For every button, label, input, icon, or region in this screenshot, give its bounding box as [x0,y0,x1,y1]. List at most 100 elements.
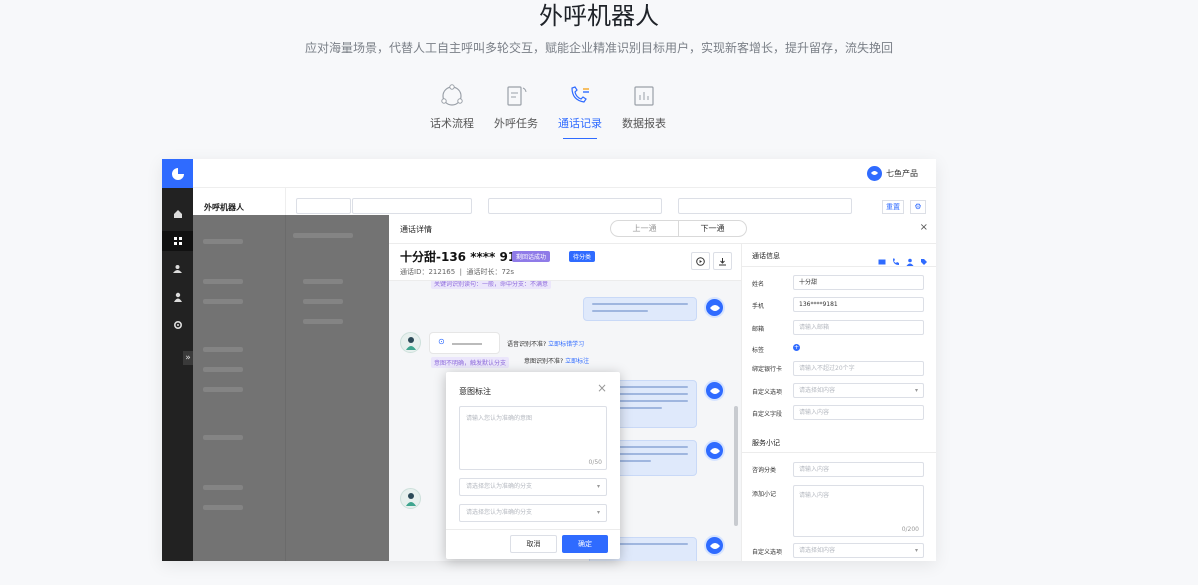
tab-data-report[interactable]: 数据报表 [612,82,676,142]
consult-category-field[interactable]: 请输入内容 [793,462,924,477]
phone-icon[interactable] [892,251,900,265]
filter-select[interactable] [296,198,351,214]
close-icon[interactable]: × [597,381,607,395]
intent-feedback: 意图识别不准? 立即标注 [524,356,589,365]
cancel-button[interactable]: 取消 [510,535,557,553]
tab-label: 话术流程 [430,117,474,130]
service-note-header: 服务小记 [752,439,780,447]
confirm-button[interactable]: 确定 [562,535,608,553]
team-icon[interactable] [162,259,193,279]
tab-outbound-task[interactable]: 外呼任务 [484,82,548,142]
dialog-title: 意图标注 [459,387,491,396]
intent-placeholder: 请输入您认为准确的意图 [466,415,533,422]
custom-option2-select[interactable]: 请选择如内容 ▾ [793,543,924,558]
robot-message [583,297,697,321]
hero-subtitle: 应对海量场景，代替人工自主呼叫多轮交互，赋能企业精准识别目标用户，实现新客增长，… [304,41,893,55]
robot-avatar-icon [704,297,725,318]
note-char-count: 0/200 [901,526,919,533]
home-icon[interactable] [162,204,193,224]
tab-label: 外呼任务 [494,117,538,130]
modal-overlay [193,215,389,561]
tag-icon[interactable] [920,251,928,265]
column-settings-icon[interactable]: ⚙ [910,200,926,214]
intent-textarea[interactable]: 请输入您认为准确的意图 0/50 [459,406,607,470]
note-placeholder: 请输入内容 [799,492,830,499]
expand-sidebar-icon[interactable]: » [183,351,193,365]
intent-tag: 意图不明确，触发默认分支 [431,357,510,368]
filter-search-input[interactable] [352,198,472,214]
branch-placeholder-2: 请选择您认为准确的分支 [466,509,533,516]
phone-label: 手机 [752,303,765,310]
filter-date-select[interactable] [488,198,662,214]
tab-call-records[interactable]: 通话记录 [548,82,612,142]
download-button[interactable] [713,252,732,270]
customer-avatar-icon [400,332,421,353]
task-icon [507,86,527,106]
reset-button[interactable]: 重置 [882,200,904,214]
next-call-button[interactable]: 下一通 [679,221,746,236]
prev-call-button[interactable]: 上一通 [611,221,679,236]
customer-voice-message[interactable]: ⊙ [429,332,500,354]
robot-avatar-icon [704,380,725,401]
flow-icon [441,84,463,106]
call-info-header: 通话信息 [752,252,780,260]
name-label: 姓名 [752,281,765,288]
custom-option-label: 自定义选项 [752,389,783,396]
hero-title: 外呼机器人 [539,2,659,30]
download-icon [719,257,726,265]
call-info-panel: 通话信息 姓名 十分甜 手机 136****9181 邮箱 请输入邮箱 标签 +… [741,244,936,561]
play-button[interactable] [691,252,710,270]
info-actions [878,251,928,266]
drawer-title: 通话详情 [400,225,432,234]
voice-play-icon[interactable]: ⊙ [438,337,445,346]
tab-label: 数据报表 [622,117,666,130]
branch-select-1[interactable]: 请选择您认为准确的分支 ▾ [459,478,607,496]
apps-icon[interactable] [162,231,193,251]
branch-placeholder-1: 请选择您认为准确的分支 [466,483,533,490]
intent-char-count: 0/50 [588,459,602,466]
add-note-label: 添加小记 [752,491,777,498]
tab-label: 通话记录 [558,117,602,130]
asr-feedback: 语音识别不准? 立即标错学习 [507,339,584,348]
intent-annotation-dialog: 意图标注 × 请输入您认为准确的意图 0/50 请选择您认为准确的分支 ▾ 请选择您… [446,372,620,559]
meta-separator: | [459,268,462,276]
add-tag-icon[interactable]: + [793,344,800,351]
close-icon[interactable]: × [920,222,928,233]
bank-card-label: 绑定银行卡 [752,366,783,373]
custom-field-input[interactable]: 请输入内容 [793,405,924,420]
brand[interactable]: 七鱼产品 [867,166,918,181]
call-id: 通话ID：212165 [400,268,456,276]
robot-avatar-icon [704,535,725,556]
chevron-down-icon: ▾ [596,509,600,516]
settings-icon[interactable] [162,315,193,335]
mail-icon[interactable] [878,251,886,265]
logo-icon [171,167,184,180]
intent-question: 意图识别不准? [524,358,564,365]
call-meta: 通话ID：212165 | 通话时长：72s [400,267,514,277]
add-note-textarea[interactable]: 请输入内容 0/200 [793,485,924,537]
filter-range[interactable] [678,198,852,214]
chat-scrollbar[interactable] [734,406,738,526]
top-bar: 七鱼产品 [193,159,936,188]
phone-field[interactable]: 136****9181 [793,297,924,312]
email-label: 邮箱 [752,326,765,333]
custom-option-select[interactable]: 请选择如内容 ▾ [793,383,924,398]
branch-select-2[interactable]: 请选择您认为准确的分支 ▾ [459,504,607,522]
keyword-tag: 关键词识别读句：一般，命中分支：不满意 [431,281,552,289]
tab-script-flow[interactable]: 话术流程 [420,82,484,142]
bank-card-field[interactable]: 请输入不超过20个字 [793,361,924,376]
robot-avatar-icon [704,440,725,461]
user-icon[interactable] [162,287,193,307]
name-field[interactable]: 十分甜 [793,275,924,290]
tag-label: 标签 [752,347,765,354]
app-logo [162,159,193,188]
unclassified-tag: 待分类 [569,251,596,262]
contact-icon[interactable] [906,251,914,266]
customer-avatar-icon [400,488,421,509]
custom-option2-label: 自定义选项 [752,549,783,556]
page-root: 外呼机器人 应对海量场景，代替人工自主呼叫多轮交互，赋能企业精准识别目标用户，实… [0,0,1198,585]
intent-mark-link[interactable]: 立即标注 [565,358,589,365]
asr-fix-link[interactable]: 立即标错学习 [548,341,584,348]
email-field[interactable]: 请输入邮箱 [793,320,924,335]
chevron-down-icon: ▾ [914,387,918,394]
